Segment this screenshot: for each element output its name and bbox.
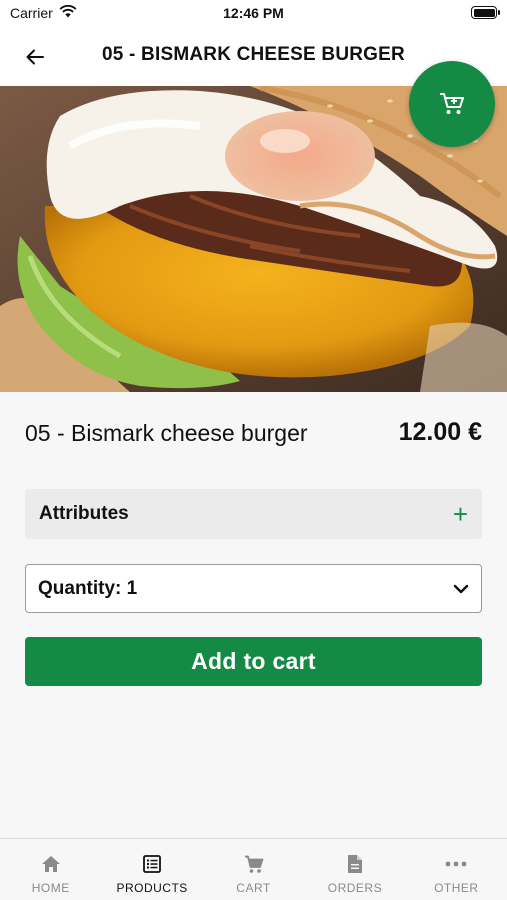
quantity-select[interactable]: Quantity: 1 xyxy=(25,564,482,613)
chevron-down-icon xyxy=(453,584,469,593)
tab-home[interactable]: HOME xyxy=(0,839,101,900)
cart-icon xyxy=(243,853,265,875)
tab-label: ORDERS xyxy=(327,881,383,895)
list-icon xyxy=(141,853,163,875)
tab-orders[interactable]: ORDERS xyxy=(304,839,405,900)
status-time: 12:46 PM xyxy=(223,5,284,21)
tab-label: HOME xyxy=(31,881,70,895)
bottom-tab-bar: HOME PRODUCTS CART ORDERS OTHER xyxy=(0,838,507,900)
plus-icon: + xyxy=(452,499,468,529)
tab-cart[interactable]: CART xyxy=(203,839,304,900)
more-icon xyxy=(445,853,467,875)
product-name: 05 - Bismark cheese burger xyxy=(25,420,308,446)
tab-label: PRODUCTS xyxy=(116,881,188,895)
tab-label: CART xyxy=(236,881,271,895)
arrow-left-icon xyxy=(26,49,44,65)
quantity-label: Quantity: 1 xyxy=(38,577,138,599)
battery-fill xyxy=(473,8,495,17)
product-price: 12.00 € xyxy=(398,418,482,446)
cart-floating-button[interactable] xyxy=(409,61,495,147)
back-button[interactable] xyxy=(22,44,48,70)
product-detail-screen: Carrier 12:46 PM 05 - BISMARK CHEESE BUR… xyxy=(0,0,507,900)
attributes-expander[interactable]: Attributes + xyxy=(25,489,482,539)
cart-icon xyxy=(440,93,464,114)
status-bar: Carrier 12:46 PM xyxy=(0,0,507,28)
tab-other[interactable]: OTHER xyxy=(406,839,507,900)
attributes-label: Attributes xyxy=(39,503,129,524)
home-icon xyxy=(40,853,62,875)
page-title: 05 - BISMARK CHEESE BURGER xyxy=(102,44,405,65)
add-to-cart-button[interactable]: Add to cart xyxy=(25,637,482,686)
tab-label: OTHER xyxy=(434,881,479,895)
tab-products[interactable]: PRODUCTS xyxy=(101,839,202,900)
document-icon xyxy=(344,853,366,875)
battery-icon xyxy=(471,6,500,19)
